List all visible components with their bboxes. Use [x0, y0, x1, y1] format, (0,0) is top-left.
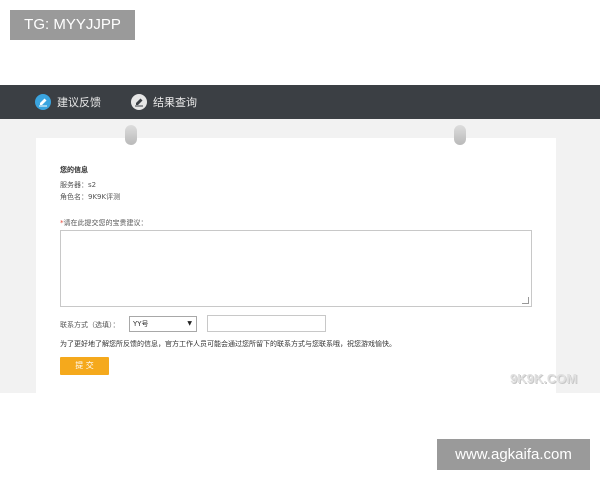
nav-item-results[interactable]: 结果查询 — [131, 85, 197, 119]
nav-item-feedback[interactable]: 建议反馈 — [35, 85, 101, 119]
site-watermark: 9K9K.COM — [510, 371, 578, 386]
nav-item-label: 建议反馈 — [57, 96, 101, 109]
contact-input[interactable] — [207, 315, 326, 332]
info-title: 您的信息 — [60, 166, 88, 174]
top-nav-bar: 建议反馈 结果查询 — [0, 85, 600, 119]
nav-item-label: 结果查询 — [153, 96, 197, 109]
server-info: 服务器：s2 — [60, 181, 97, 189]
contact-type-select[interactable]: YY号 ▼ — [129, 316, 197, 332]
feedback-prompt: *请在此提交您的宝贵建议： — [60, 218, 148, 228]
resize-handle-icon[interactable] — [522, 297, 529, 304]
notice-text: 为了更好地了解您所反馈的信息，官方工作人员可能会通过您所留下的联系方式与您联系哦… — [60, 340, 396, 348]
role-info: 角色名：9K9K评测 — [60, 193, 121, 201]
tg-watermark-badge: TG: MYYJJPP — [10, 10, 135, 40]
edit-icon — [131, 94, 147, 110]
binder-ring-left — [125, 125, 137, 145]
edit-icon — [35, 94, 51, 110]
contact-label: 联系方式（选填）： — [60, 321, 120, 329]
dropdown-arrow-icon: ▼ — [187, 320, 192, 327]
contact-type-value: YY号 — [133, 320, 149, 328]
submit-button[interactable]: 提 交 — [60, 357, 109, 375]
feedback-prompt-text: 请在此提交您的宝贵建议： — [63, 219, 148, 227]
feedback-textarea[interactable] — [60, 230, 532, 307]
binder-ring-right — [454, 125, 466, 145]
site-url-badge: www.agkaifa.com — [437, 439, 590, 470]
